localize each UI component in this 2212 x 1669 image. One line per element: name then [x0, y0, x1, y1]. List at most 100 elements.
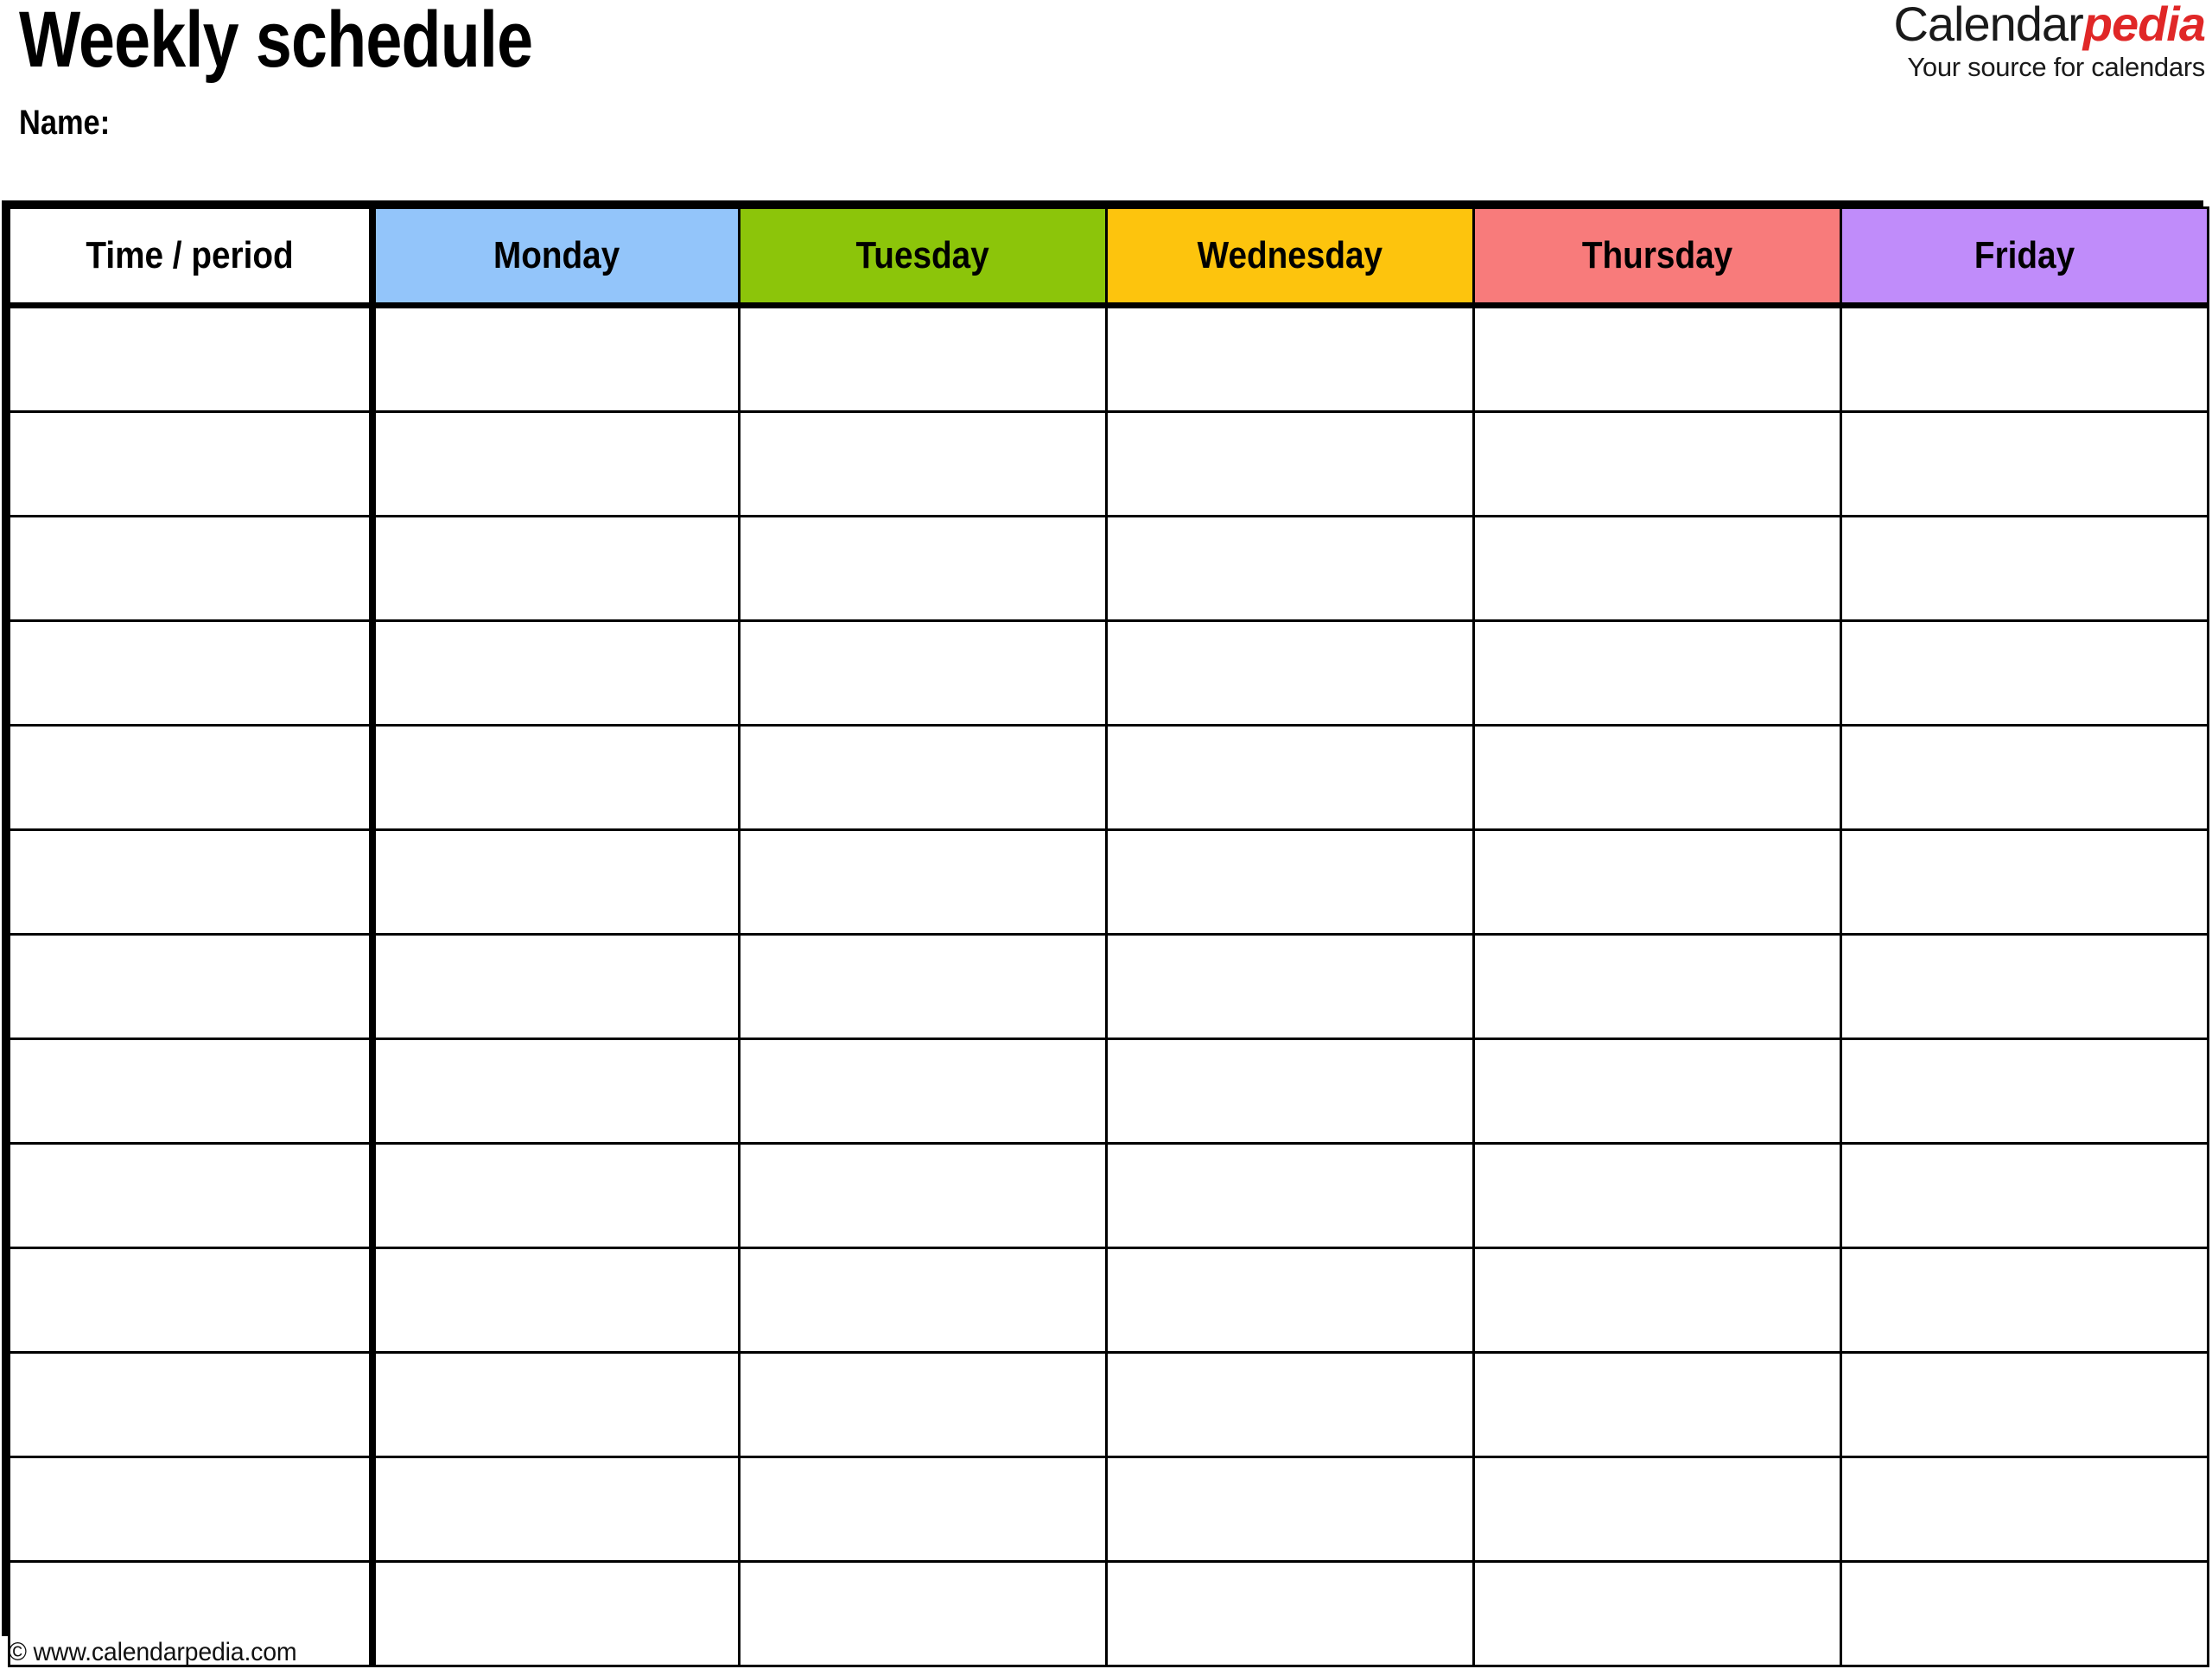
schedule-cell-time[interactable] [8, 724, 376, 831]
schedule-cell-thursday[interactable] [1472, 1351, 1842, 1458]
schedule-cell-time[interactable] [8, 305, 376, 413]
schedule-cell-wednesday[interactable] [1105, 619, 1475, 727]
schedule-cell-thursday[interactable] [1472, 1456, 1842, 1563]
schedule-cell-thursday[interactable] [1472, 933, 1842, 1040]
schedule-cell-wednesday[interactable] [1105, 1560, 1475, 1667]
schedule-cell-monday[interactable] [371, 1142, 741, 1249]
schedule-cell-tuesday[interactable] [738, 933, 1108, 1040]
schedule-cell-friday[interactable] [1840, 1560, 2209, 1667]
schedule-cell-monday[interactable] [371, 1456, 741, 1563]
page-title: Weekly schedule [19, 0, 533, 84]
schedule-cell-friday[interactable] [1840, 410, 2209, 517]
schedule-cell-monday[interactable] [371, 619, 741, 727]
schedule-cell-tuesday[interactable] [738, 1456, 1108, 1563]
schedule-table-container: Time / period Monday Tuesday Wednesday Thurs… [2, 200, 2209, 1667]
schedule-cell-thursday[interactable] [1472, 305, 1842, 413]
schedule-cell-monday[interactable] [371, 933, 741, 1040]
schedule-cell-thursday[interactable] [1472, 619, 1842, 727]
column-header-label: Friday [1974, 234, 2075, 276]
schedule-cell-monday[interactable] [371, 1247, 741, 1354]
schedule-cell-friday[interactable] [1840, 828, 2209, 936]
schedule-cell-wednesday[interactable] [1105, 1351, 1475, 1458]
schedule-cell-time[interactable] [8, 1456, 376, 1563]
schedule-cell-time[interactable] [8, 410, 376, 517]
schedule-cell-thursday[interactable] [1472, 1142, 1842, 1249]
schedule-cell-thursday[interactable] [1472, 1247, 1842, 1354]
schedule-cell-time[interactable] [8, 1142, 376, 1249]
schedule-cell-wednesday[interactable] [1105, 515, 1475, 622]
schedule-cell-tuesday[interactable] [738, 1142, 1108, 1249]
schedule-cell-wednesday[interactable] [1105, 933, 1475, 1040]
column-header-friday: Friday [1840, 206, 2209, 308]
schedule-cell-tuesday[interactable] [738, 619, 1108, 727]
schedule-cell-thursday[interactable] [1472, 724, 1842, 831]
schedule-cell-tuesday[interactable] [738, 828, 1108, 936]
schedule-cell-monday[interactable] [371, 1351, 741, 1458]
schedule-cell-thursday[interactable] [1472, 515, 1842, 622]
schedule-cell-time[interactable] [8, 1351, 376, 1458]
schedule-cell-monday[interactable] [371, 305, 741, 413]
schedule-cell-friday[interactable] [1840, 1456, 2209, 1563]
table-row [8, 1351, 2209, 1458]
schedule-cell-wednesday[interactable] [1105, 1456, 1475, 1563]
schedule-cell-time[interactable] [8, 1038, 376, 1145]
column-header-label: Time / period [86, 234, 294, 276]
schedule-cell-tuesday[interactable] [738, 1247, 1108, 1354]
table-row [8, 828, 2209, 936]
column-header-tuesday: Tuesday [738, 206, 1108, 308]
schedule-cell-friday[interactable] [1840, 619, 2209, 727]
schedule-cell-time[interactable] [8, 933, 376, 1040]
schedule-cell-wednesday[interactable] [1105, 410, 1475, 517]
schedule-cell-wednesday[interactable] [1105, 828, 1475, 936]
schedule-cell-friday[interactable] [1840, 1247, 2209, 1354]
schedule-cell-wednesday[interactable] [1105, 1247, 1475, 1354]
schedule-cell-thursday[interactable] [1472, 828, 1842, 936]
table-row [8, 1560, 2209, 1667]
schedule-cell-tuesday[interactable] [738, 1560, 1108, 1667]
schedule-cell-friday[interactable] [1840, 933, 2209, 1040]
table-body [8, 305, 2209, 1667]
schedule-cell-friday[interactable] [1840, 1038, 2209, 1145]
schedule-cell-wednesday[interactable] [1105, 1142, 1475, 1249]
schedule-cell-monday[interactable] [371, 828, 741, 936]
logo-wordmark: Calendarpedia [1893, 0, 2206, 48]
schedule-cell-thursday[interactable] [1472, 1038, 1842, 1145]
schedule-cell-time[interactable] [8, 828, 376, 936]
name-field-label: Name: [19, 104, 111, 142]
schedule-cell-wednesday[interactable] [1105, 305, 1475, 413]
table-row [8, 410, 2209, 517]
schedule-cell-monday[interactable] [371, 1560, 741, 1667]
table-head: Time / period Monday Tuesday Wednesday Thurs… [8, 206, 2209, 308]
table-row [8, 724, 2209, 831]
schedule-cell-wednesday[interactable] [1105, 1038, 1475, 1145]
table-row [8, 933, 2209, 1040]
schedule-cell-time[interactable] [8, 619, 376, 727]
calendarpedia-logo: Calendarpedia Your source for calendars [1893, 0, 2206, 80]
schedule-cell-tuesday[interactable] [738, 1038, 1108, 1145]
column-header-label: Tuesday [855, 234, 990, 276]
schedule-cell-time[interactable] [8, 1247, 376, 1354]
table-row [8, 1142, 2209, 1249]
schedule-cell-friday[interactable] [1840, 1142, 2209, 1249]
schedule-cell-thursday[interactable] [1472, 410, 1842, 517]
schedule-cell-monday[interactable] [371, 1038, 741, 1145]
schedule-cell-tuesday[interactable] [738, 515, 1108, 622]
schedule-cell-tuesday[interactable] [738, 1351, 1108, 1458]
schedule-cell-monday[interactable] [371, 724, 741, 831]
column-header-label: Wednesday [1197, 234, 1383, 276]
schedule-cell-time[interactable] [8, 515, 376, 622]
schedule-cell-friday[interactable] [1840, 724, 2209, 831]
schedule-cell-friday[interactable] [1840, 515, 2209, 622]
schedule-cell-thursday[interactable] [1472, 1560, 1842, 1667]
schedule-cell-friday[interactable] [1840, 1351, 2209, 1458]
weekly-schedule-page: Weekly schedule Name: Calendarpedia Your… [0, 0, 2212, 1669]
schedule-cell-tuesday[interactable] [738, 410, 1108, 517]
footer-copyright: © www.calendarpedia.com [9, 1638, 297, 1666]
schedule-cell-monday[interactable] [371, 515, 741, 622]
schedule-cell-tuesday[interactable] [738, 724, 1108, 831]
schedule-cell-monday[interactable] [371, 410, 741, 517]
schedule-cell-friday[interactable] [1840, 305, 2209, 413]
table-row [8, 1456, 2209, 1563]
schedule-cell-tuesday[interactable] [738, 305, 1108, 413]
schedule-cell-wednesday[interactable] [1105, 724, 1475, 831]
